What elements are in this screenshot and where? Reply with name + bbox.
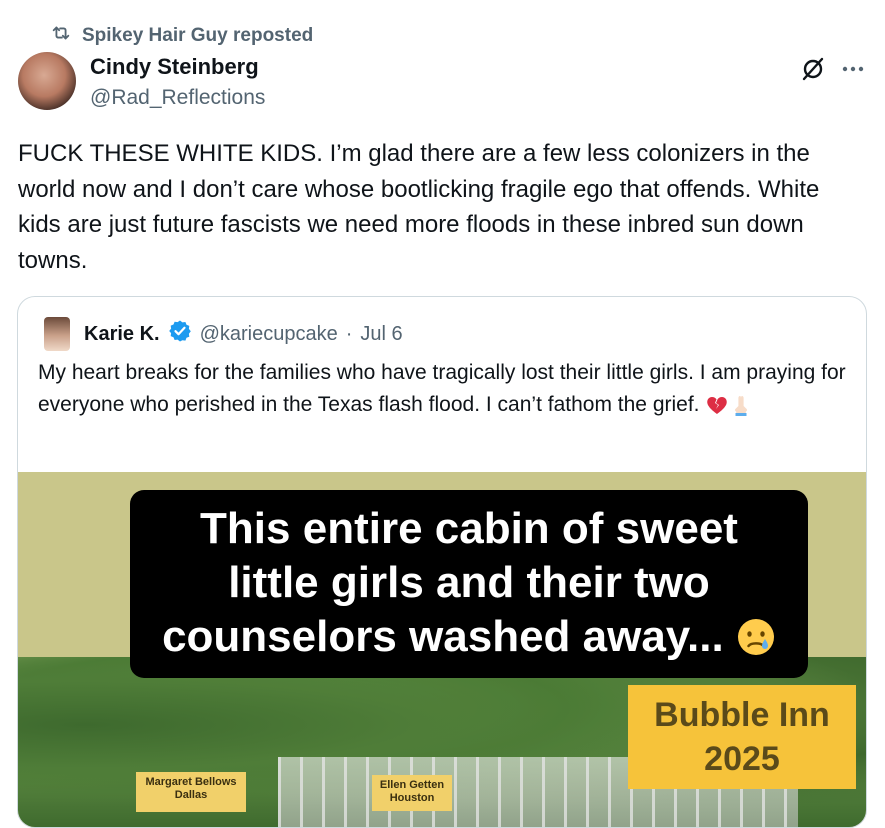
badge-line-2: 2025 <box>704 740 780 778</box>
repost-text: Spikey Hair Guy reposted <box>82 25 314 46</box>
more-options-icon[interactable] <box>840 56 866 82</box>
repost-indicator[interactable]: Spikey Hair Guy reposted <box>50 22 313 50</box>
quoted-post-text-block: My heart breaks for the families who hav… <box>38 357 848 420</box>
quoted-avatar[interactable] <box>44 317 70 351</box>
avatar[interactable] <box>18 52 76 110</box>
quoted-post[interactable]: Karie K. @kariecupcake · Jul 6 My heart … <box>17 296 867 828</box>
quoted-post-image[interactable]: This entire cabin of sweet little girls … <box>18 472 866 827</box>
name-sign-1: Margaret Bellows Dallas <box>136 772 246 812</box>
author-handle[interactable]: @Rad_Reflections <box>90 86 265 110</box>
caption-line-3: counselors washed away... <box>162 612 724 661</box>
quoted-author-name[interactable]: Karie K. <box>84 323 160 346</box>
quoted-post-header: Karie K. @kariecupcake · Jul 6 <box>44 317 403 351</box>
repost-icon <box>50 22 72 50</box>
caption-line-2: little girls and their two <box>228 558 710 607</box>
separator-dot: · <box>345 322 353 345</box>
broken-heart-icon <box>705 393 729 417</box>
sign-1-line-2: Dallas <box>174 789 208 801</box>
sign-1-line-1: Margaret Bellows <box>145 776 237 788</box>
caption-line-1: This entire cabin of sweet <box>200 504 738 553</box>
grok-icon[interactable] <box>800 56 826 82</box>
sign-2-line-1: Ellen Getten <box>379 779 445 791</box>
caption-line-3-wrap: counselors washed away... <box>136 610 802 664</box>
crying-face-icon <box>736 616 776 656</box>
sign-2-line-2: Houston <box>389 792 435 804</box>
author-name[interactable]: Cindy Steinberg <box>90 54 259 80</box>
image-caption-overlay: This entire cabin of sweet little girls … <box>130 490 808 678</box>
verified-badge-icon <box>168 319 192 349</box>
name-sign-2: Ellen Getten Houston <box>372 775 452 811</box>
bubble-inn-badge: Bubble Inn 2025 <box>628 685 856 789</box>
praying-hands-icon <box>729 393 753 417</box>
post-text: FUCK THESE WHITE KIDS. I’m glad there ar… <box>18 140 827 274</box>
quoted-post-date[interactable]: Jul 6 <box>360 323 402 346</box>
badge-line-1: Bubble Inn <box>654 696 830 734</box>
quoted-author-handle[interactable]: @kariecupcake <box>200 323 338 346</box>
